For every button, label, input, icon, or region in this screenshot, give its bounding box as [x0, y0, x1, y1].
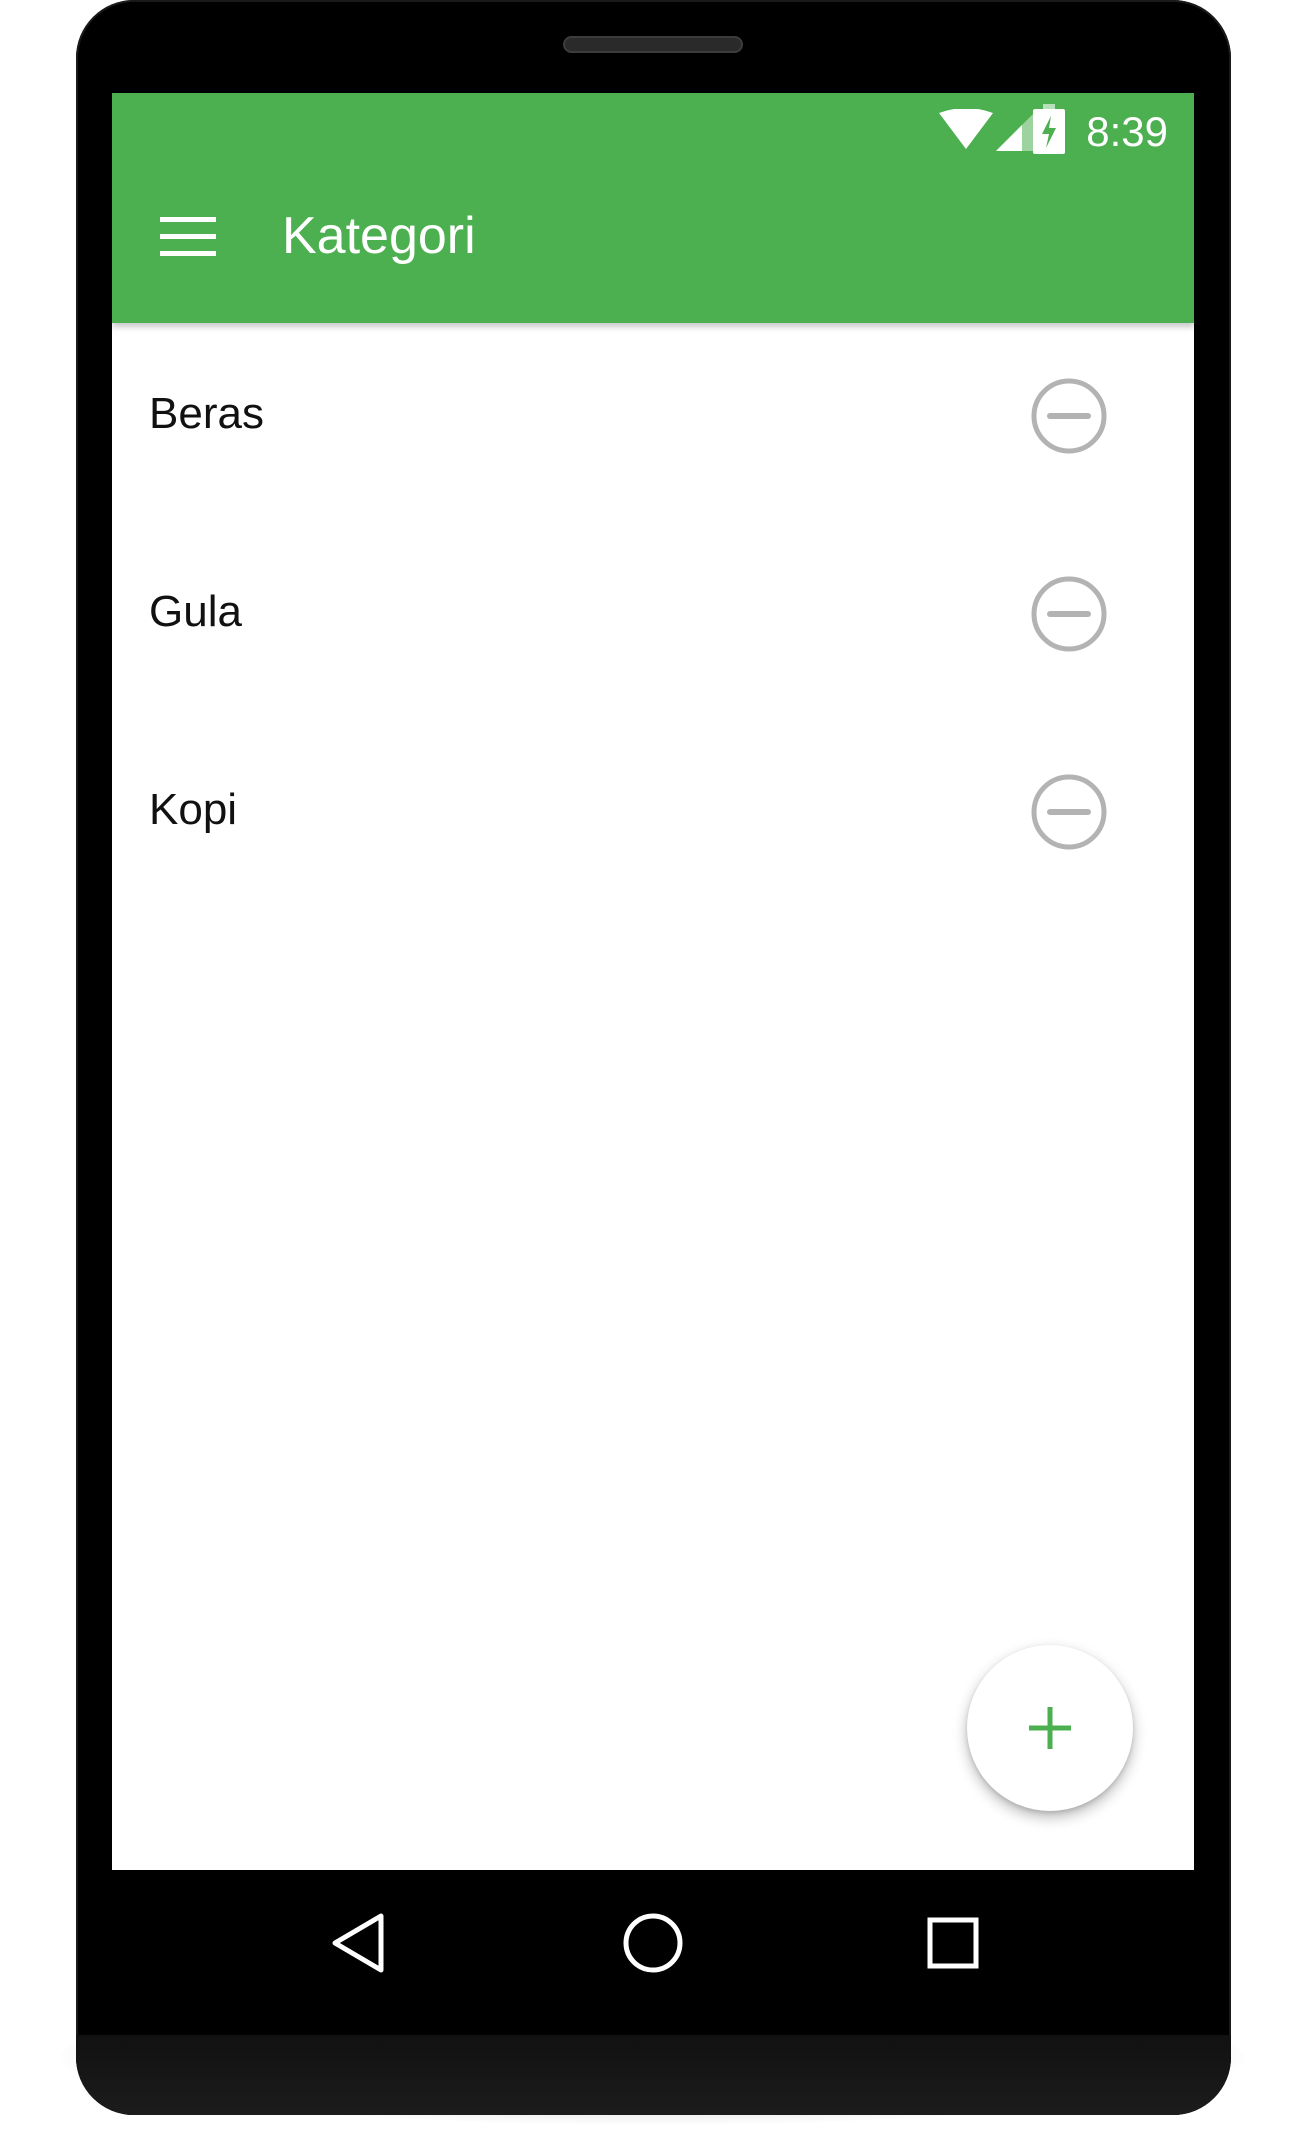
- home-icon[interactable]: [618, 1908, 688, 1978]
- add-category-button[interactable]: [967, 1645, 1133, 1811]
- category-item-kopi[interactable]: Kopi: [112, 719, 1194, 917]
- remove-category-button[interactable]: [1030, 575, 1108, 653]
- category-label: Gula: [149, 587, 242, 636]
- speaker-grille: [563, 36, 743, 53]
- device-mockup: 8:39 Kategori Beras Gula Kopi: [0, 0, 1305, 2130]
- remove-circle-icon: [1031, 378, 1107, 454]
- app-screen: 8:39 Kategori Beras Gula Kopi: [112, 93, 1194, 1870]
- system-nav-bar: [112, 1870, 1194, 2014]
- category-item-gula[interactable]: Gula: [112, 521, 1194, 719]
- remove-circle-icon: [1031, 576, 1107, 652]
- recents-icon[interactable]: [918, 1908, 988, 1978]
- phone-frame: 8:39 Kategori Beras Gula Kopi: [76, 0, 1231, 2115]
- remove-circle-icon: [1031, 774, 1107, 850]
- page-title: Kategori: [282, 207, 476, 265]
- back-icon[interactable]: [323, 1908, 393, 1978]
- remove-category-button[interactable]: [1030, 773, 1108, 851]
- wifi-icon: [939, 109, 993, 149]
- hamburger-menu-icon[interactable]: [160, 217, 216, 257]
- category-list: Beras Gula Kopi: [112, 323, 1194, 917]
- app-bar: 8:39 Kategori: [112, 93, 1194, 323]
- status-bar: 8:39: [112, 93, 1194, 169]
- category-item-beras[interactable]: Beras: [112, 323, 1194, 521]
- status-time: 8:39: [1086, 108, 1168, 155]
- remove-category-button[interactable]: [1030, 377, 1108, 455]
- phone-chin: [76, 2035, 1231, 2115]
- plus-icon: [1029, 1707, 1071, 1749]
- category-label: Beras: [149, 389, 264, 438]
- cell-signal-icon: [996, 109, 1038, 151]
- battery-charging-icon: [1033, 104, 1065, 154]
- category-label: Kopi: [149, 785, 238, 834]
